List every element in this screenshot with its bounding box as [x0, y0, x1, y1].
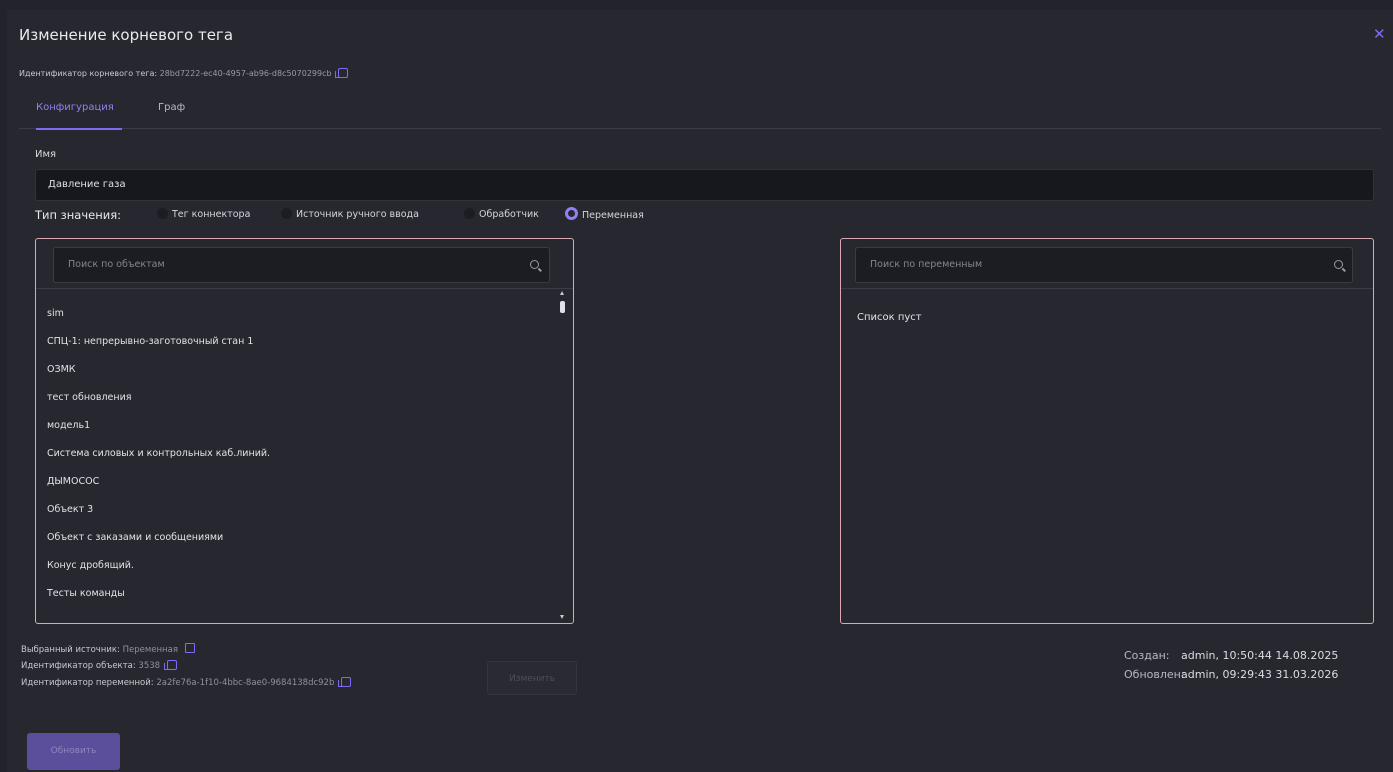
radio-label: Тег коннектора — [172, 209, 251, 220]
value-type-label: Тип значения: — [35, 208, 122, 222]
radio-button[interactable] — [157, 208, 168, 219]
copy-icon[interactable] — [338, 677, 352, 687]
search-placeholder: Поиск по переменным — [870, 259, 983, 270]
object-id-label: Идентификатор объекта: — [21, 661, 136, 671]
empty-list-text: Список пуст — [857, 312, 922, 323]
scrollbar-thumb[interactable] — [560, 301, 565, 313]
search-placeholder: Поиск по объектам — [68, 259, 165, 270]
selected-source-label: Выбранный источник: — [21, 645, 120, 655]
created-label: Создан: — [1124, 649, 1170, 662]
list-item[interactable]: тест обновления — [47, 392, 131, 403]
divider — [841, 288, 1373, 289]
object-id-value: 3538 — [138, 661, 161, 671]
update-button[interactable]: Обновить — [27, 733, 120, 770]
change-button[interactable]: Изменить — [487, 661, 577, 695]
updated-label: Обновлен: — [1124, 668, 1185, 681]
search-icon[interactable] — [1334, 260, 1343, 269]
objects-search-input[interactable]: Поиск по объектам — [53, 247, 550, 283]
list-item[interactable]: sim — [47, 308, 64, 319]
list-item[interactable]: Тесты команды — [47, 588, 125, 599]
tab-configuration[interactable]: Конфигурация — [36, 98, 122, 130]
radio-handler[interactable]: Обработчик — [464, 207, 539, 223]
list-item[interactable]: Объект с заказами и сообщениями — [47, 532, 223, 543]
close-icon[interactable]: ✕ — [1373, 27, 1386, 42]
variables-search-input[interactable]: Поиск по переменным — [855, 247, 1353, 283]
objects-panel: Поиск по объектам sim СПЦ-1: непрерывно-… — [35, 238, 574, 624]
list-item[interactable]: Конус дробящий. — [47, 560, 134, 571]
variable-id: Идентификатор переменной: 2a2fe76a-1f10-… — [21, 677, 352, 688]
scroll-up-icon[interactable] — [560, 291, 564, 295]
selected-source-value: Переменная — [122, 645, 178, 655]
list-item[interactable]: ОЗМК — [47, 364, 76, 375]
tab-bar: Конфигурация Граф — [19, 98, 1381, 130]
updated-info: Обновлен:admin, 09:29:43 31.03.2026 — [1124, 668, 1338, 681]
tab-graph[interactable]: Граф — [158, 98, 185, 128]
root-tag-id-label: Идентификатор корневого тега: — [19, 69, 158, 78]
selected-source: Выбранный источник: Переменная — [21, 643, 195, 655]
radio-connector-tag[interactable]: Тег коннектора — [157, 207, 250, 223]
scroll-down-icon[interactable] — [560, 615, 564, 619]
radio-label: Обработчик — [479, 209, 539, 220]
root-tag-id-value: 28bd7222-ec40-4957-ab96-d8c5070299cb — [159, 69, 332, 78]
list-item[interactable]: ДЫМОСОС — [47, 476, 99, 487]
radio-label: Источник ручного ввода — [296, 209, 419, 220]
variables-panel: Поиск по переменным Список пуст — [840, 238, 1374, 624]
radio-manual-input[interactable]: Источник ручного ввода — [281, 207, 419, 223]
list-item[interactable]: модель1 — [47, 420, 90, 431]
created-info: Создан: admin, 10:50:44 14.08.2025 — [1124, 649, 1338, 662]
radio-button[interactable] — [281, 208, 292, 219]
radio-button[interactable] — [464, 208, 475, 219]
object-id: Идентификатор объекта: 3538 — [21, 660, 177, 671]
updated-value: admin, 09:29:43 31.03.2026 — [1181, 668, 1339, 681]
variable-id-value: 2a2fe76a-1f10-4bbc-8ae0-9684138dc92b — [156, 678, 335, 688]
radio-variable[interactable]: Переменная — [565, 207, 644, 223]
list-item[interactable]: СПЦ-1: непрерывно-заготовочный стан 1 — [47, 336, 253, 347]
name-input[interactable]: Давление газа — [35, 169, 1374, 201]
root-tag-id: Идентификатор корневого тега: 28bd7222-e… — [19, 68, 349, 78]
name-label: Имя — [35, 149, 57, 160]
created-value: admin, 10:50:44 14.08.2025 — [1181, 649, 1339, 662]
search-icon[interactable] — [530, 260, 539, 269]
list-item[interactable]: Объект 3 — [47, 504, 93, 515]
dialog-title: Изменение корневого тега — [19, 26, 234, 44]
list-item[interactable]: Система силовых и контрольных каб.линий. — [47, 448, 270, 459]
list-scrollbar[interactable] — [560, 291, 565, 619]
radio-label: Переменная — [582, 210, 644, 221]
copy-icon[interactable] — [335, 68, 349, 78]
external-link-icon[interactable] — [184, 643, 195, 653]
variable-id-label: Идентификатор переменной: — [21, 678, 154, 688]
copy-icon[interactable] — [163, 660, 177, 670]
edit-root-tag-dialog: Изменение корневого тега ✕ Идентификатор… — [7, 10, 1393, 772]
divider — [36, 288, 573, 289]
radio-button-selected[interactable] — [565, 207, 578, 220]
